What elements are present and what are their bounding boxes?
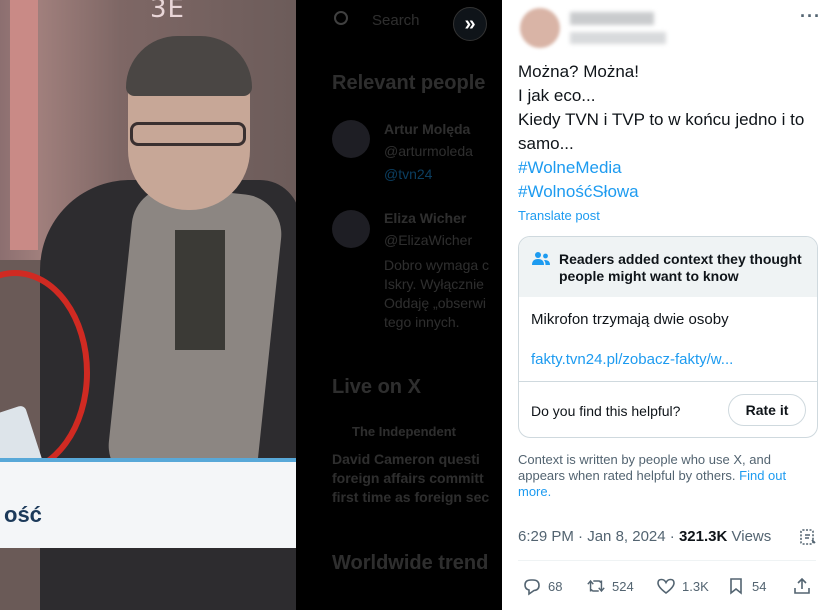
people-icon [532,252,550,265]
rate-it-button[interactable]: Rate it [728,394,806,426]
author-name-redacted[interactable] [570,12,654,25]
divider [519,381,817,382]
live-headline-line: David Cameron questi [332,451,480,467]
footer-text: Context is written by people who use X, … [518,452,771,483]
tv-lower-third [0,458,296,548]
community-note-card: Readers added context they thought peopl… [518,236,818,438]
views-count: 321.3K [678,528,728,545]
community-note-body: Mikrofon trzymają dwie osoby [531,311,729,328]
tweet-meta: 6:29 PM · Jan 8, 2024 · 321.3K Views [518,528,771,545]
tweet-date[interactable]: Jan 8, 2024 [587,528,665,545]
community-note-source-link[interactable]: fakty.tvn24.pl/zobacz-fakty/w... [531,351,733,368]
expand-panel-button[interactable]: » [453,7,487,41]
person-name: Eliza Wicher [384,210,467,226]
reply-button[interactable]: 68 [522,576,562,596]
person-name: Artur Molęda [384,121,471,137]
glasses [130,122,246,146]
person-bio-line: Iskry. Wyłącznie [384,276,484,292]
reply-icon [524,579,540,596]
tweet-time[interactable]: 6:29 PM [518,528,574,545]
grok-icon[interactable] [798,527,818,547]
person-link: @tvn24 [384,166,433,182]
avatar [332,120,370,158]
person-bio-line: Dobro wymaga c [384,257,490,273]
tweet-text-line: Kiedy TVN i TVP to w końcu jedno i to [518,110,805,129]
tweet-text-line: Można? Można! [518,62,639,81]
community-note-header: Readers added context they thought peopl… [519,237,817,297]
live-headline-line: foreign affairs committ [332,470,484,486]
person-handle: @ElizaWicher [384,232,473,248]
relevant-people-heading: Relevant people [332,72,486,94]
repost-icon [587,579,605,593]
more-icon: ··· [800,6,821,26]
share-icon [794,577,810,594]
translate-post-link[interactable]: Translate post [518,208,600,223]
like-count: 1.3K [682,578,709,594]
building-column [10,0,38,250]
person-handle: @arturmoleda [384,143,473,159]
dimmed-sidebar: Search Relevant people Artur Molęda @art… [296,0,502,610]
avatar [332,210,370,248]
author-handle-redacted[interactable] [570,32,666,44]
building-sign: 3E [150,0,185,24]
person-bio-line: Oddaję „obserwi [384,295,486,311]
community-note-footer: Context is written by people who use X, … [518,452,814,500]
hashtag-link[interactable]: #WolneMedia [518,156,622,180]
views-label: Views [727,528,772,545]
bookmark-count: 54 [752,578,767,594]
live-headline-line: first time as foreign sec [332,489,490,505]
trends-heading: Worldwide trend [332,552,489,574]
more-options-button[interactable]: ··· [800,6,821,27]
shirt [175,230,225,350]
bookmark-icon [730,578,742,595]
hashtag-link[interactable]: #WolnośćSłowa [518,180,639,204]
meta-separator: · [665,528,679,545]
heart-icon [657,578,675,595]
repost-button[interactable]: 524 [586,576,634,596]
meta-separator: · [573,528,588,545]
author-avatar[interactable] [520,8,560,48]
tweet-text-line: samo... [518,134,574,153]
like-button[interactable]: 1.3K [656,576,709,596]
double-chevron-right-icon: » [464,12,476,35]
bookmark-button[interactable]: 54 [726,576,766,596]
person-bio-line: tego innych. [384,314,460,330]
live-heading: Live on X [332,376,421,398]
live-source: The Independent [352,424,456,439]
divider [518,560,816,561]
media-photo[interactable]: 3E ość [0,0,296,610]
reply-count: 68 [548,578,563,594]
search-icon [334,11,348,25]
search-placeholder: Search [372,12,420,29]
tweet-detail-panel: ··· Można? Można! I jak eco... Kiedy TVN… [502,0,832,610]
repost-count: 524 [612,578,634,594]
tweet-text-line: I jak eco... [518,86,596,105]
lower-third-text: ość [4,502,42,527]
community-note-title: Readers added context they thought peopl… [559,251,802,284]
share-button[interactable] [792,576,818,596]
helpful-question: Do you find this helpful? [531,403,681,419]
